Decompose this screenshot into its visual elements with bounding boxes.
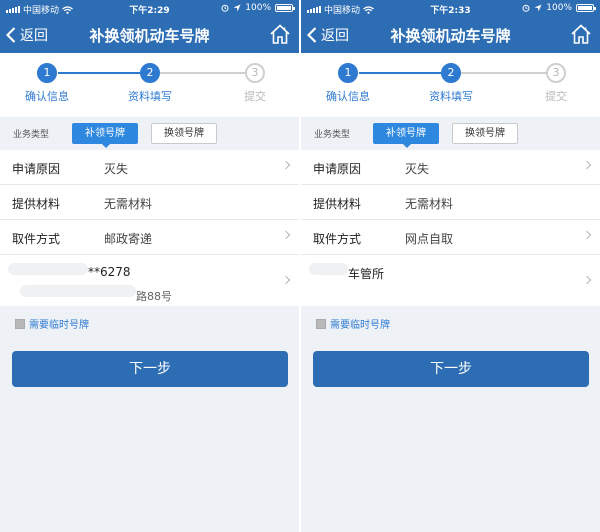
step-2: 2 资料填写 — [411, 63, 491, 104]
field-value: 邮政寄递 — [104, 232, 153, 246]
field-materials: 提供材料 无需材料 — [301, 185, 600, 220]
step-number: 3 — [546, 63, 566, 83]
delivery-phone: **6278 — [88, 265, 131, 279]
field-label: 取件方式 — [12, 232, 61, 246]
application-form: 申请原因 灭失 提供材料 无需材料 取件方式 网点自取 车管所 — [301, 150, 600, 306]
temp-plate-label: 需要临时号牌 — [330, 320, 390, 331]
step-label: 确认信息 — [326, 90, 370, 103]
delivery-address-row[interactable]: **6278 路88号 — [0, 255, 299, 306]
home-icon[interactable] — [269, 23, 291, 45]
option-exchange-plate[interactable]: 换领号牌 — [452, 123, 518, 144]
redacted-location — [309, 263, 349, 275]
field-reason[interactable]: 申请原因 灭失 — [0, 150, 299, 185]
next-step-button[interactable]: 下一步 — [313, 351, 589, 387]
field-label: 申请原因 — [313, 162, 362, 176]
option-replace-lost-plate[interactable]: 补领号牌 — [373, 123, 439, 148]
business-type-row: 业务类型 补领号牌 换领号牌 — [301, 117, 600, 150]
battery-icon — [275, 4, 295, 12]
nav-bar: 返回 补换领机动车号牌 — [301, 17, 600, 53]
chevron-right-icon — [582, 160, 592, 170]
field-value: 灭失 — [104, 162, 129, 176]
step-label: 资料填写 — [128, 90, 172, 103]
field-reason[interactable]: 申请原因 灭失 — [301, 150, 600, 185]
field-value: 无需材料 — [104, 197, 153, 211]
step-number: 3 — [245, 63, 265, 83]
business-type-row: 业务类型 补领号牌 换领号牌 — [0, 117, 299, 150]
temp-plate-option[interactable]: 需要临时号牌 — [15, 316, 89, 331]
temp-plate-checkbox[interactable] — [316, 318, 326, 329]
step-number: 1 — [37, 63, 57, 83]
field-label: 申请原因 — [12, 162, 61, 176]
step-number: 2 — [140, 63, 160, 83]
page-title: 补换领机动车号牌 — [89, 27, 210, 45]
field-label: 提供材料 — [12, 197, 61, 211]
home-icon[interactable] — [570, 23, 592, 45]
redacted-contact — [8, 263, 88, 275]
field-pickup-method[interactable]: 取件方式 网点自取 — [301, 220, 600, 255]
chevron-right-icon — [281, 275, 291, 285]
phone-screen-left: 中国移动 下午2:29 100% 返回 补换领机动车号牌 1 确认信息 2 资料… — [0, 0, 299, 532]
step-1: 1 确认信息 — [7, 63, 87, 104]
step-3: 3 提交 — [215, 63, 295, 104]
status-bar: 中国移动 下午2:33 100% — [301, 0, 600, 17]
field-pickup-method[interactable]: 取件方式 邮政寄递 — [0, 220, 299, 255]
alarm-icon — [221, 4, 229, 12]
location-icon — [233, 4, 241, 12]
alarm-icon — [522, 4, 530, 12]
step-label: 提交 — [545, 90, 567, 103]
application-form: 申请原因 灭失 提供材料 无需材料 取件方式 邮政寄递 **6278 路88号 — [0, 150, 299, 306]
chevron-right-icon — [582, 275, 592, 285]
progress-steps: 1 确认信息 2 资料填写 3 提交 — [0, 53, 299, 117]
pickup-location-row[interactable]: 车管所 — [301, 255, 600, 306]
option-replace-lost-plate[interactable]: 补领号牌 — [72, 123, 138, 148]
battery-icon — [576, 4, 596, 12]
chevron-right-icon — [582, 230, 592, 240]
business-type-label: 业务类型 — [314, 130, 351, 140]
step-label: 确认信息 — [25, 90, 69, 103]
field-value: 无需材料 — [405, 197, 454, 211]
step-number: 2 — [441, 63, 461, 83]
page-title: 补换领机动车号牌 — [390, 27, 511, 45]
step-label: 资料填写 — [429, 90, 473, 103]
step-2: 2 资料填写 — [110, 63, 190, 104]
phone-screen-right: 中国移动 下午2:33 100% 返回 补换领机动车号牌 1 确认信息 2 资料… — [301, 0, 600, 532]
location-icon — [534, 4, 542, 12]
progress-steps: 1 确认信息 2 资料填写 3 提交 — [301, 53, 600, 117]
field-materials: 提供材料 无需材料 — [0, 185, 299, 220]
temp-plate-label: 需要临时号牌 — [29, 320, 89, 331]
field-label: 提供材料 — [313, 197, 362, 211]
step-label: 提交 — [244, 90, 266, 103]
chevron-right-icon — [281, 160, 291, 170]
business-type-label: 业务类型 — [13, 130, 50, 140]
next-step-button[interactable]: 下一步 — [12, 351, 288, 387]
battery-percent: 100% — [245, 3, 271, 13]
status-bar: 中国移动 下午2:29 100% — [0, 0, 299, 17]
step-number: 1 — [338, 63, 358, 83]
temp-plate-checkbox[interactable] — [15, 318, 25, 329]
battery-percent: 100% — [546, 3, 572, 13]
delivery-address: 路88号 — [136, 290, 172, 303]
pickup-location: 车管所 — [348, 267, 385, 281]
chevron-right-icon — [281, 230, 291, 240]
option-exchange-plate[interactable]: 换领号牌 — [151, 123, 217, 144]
field-value: 网点自取 — [405, 232, 454, 246]
field-label: 取件方式 — [313, 232, 362, 246]
temp-plate-option[interactable]: 需要临时号牌 — [316, 316, 390, 331]
step-3: 3 提交 — [516, 63, 596, 104]
step-1: 1 确认信息 — [308, 63, 388, 104]
nav-bar: 返回 补换领机动车号牌 — [0, 17, 299, 53]
redacted-address — [20, 285, 136, 297]
field-value: 灭失 — [405, 162, 430, 176]
